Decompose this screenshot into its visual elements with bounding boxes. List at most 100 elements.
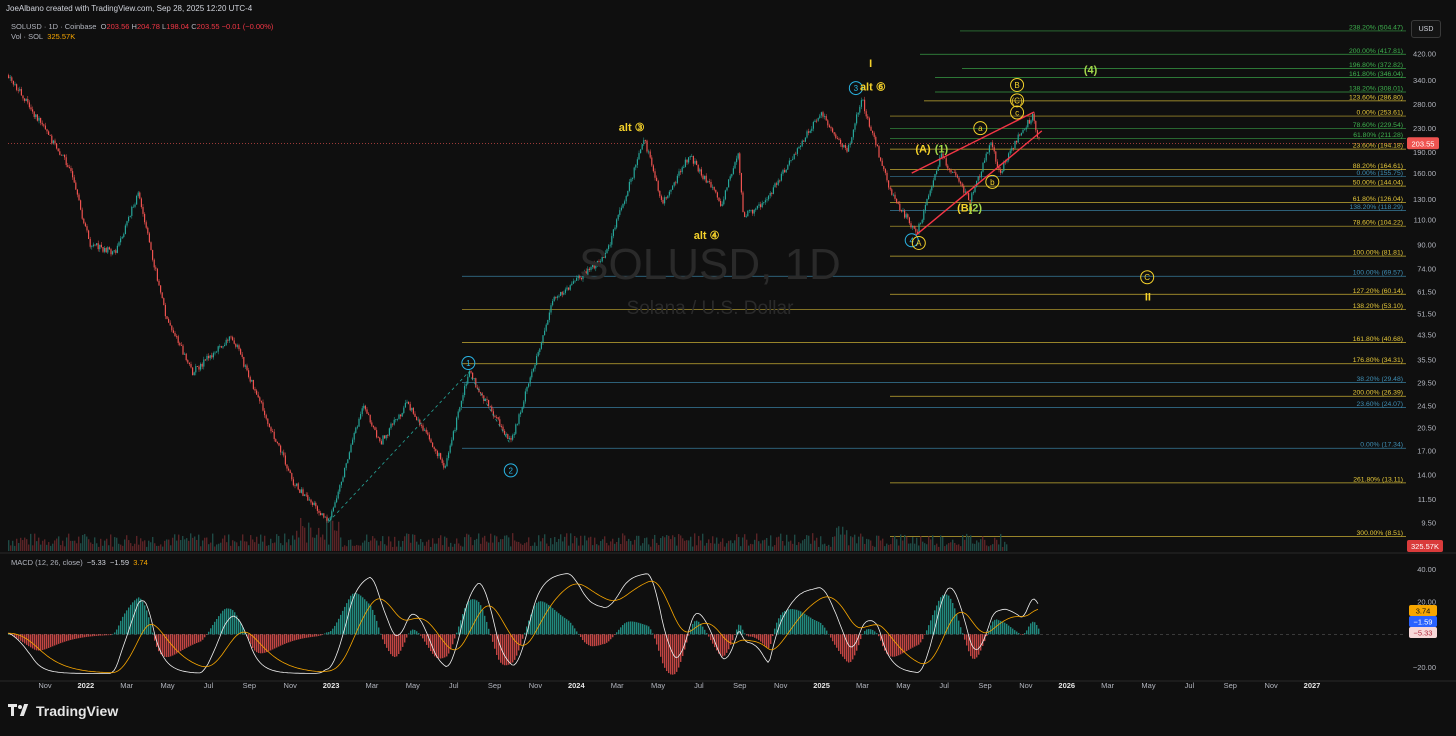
- volume-bar: [198, 534, 200, 551]
- macd-hist-bar: [356, 593, 358, 635]
- macd-badge-label: −5.33: [1414, 629, 1433, 638]
- macd-hist-bar: [328, 632, 330, 635]
- volume-bar: [748, 545, 750, 551]
- macd-hist-bar: [636, 622, 638, 635]
- candle-body: [560, 291, 562, 296]
- macd-hist-bar: [910, 634, 912, 649]
- macd-hist-bar: [438, 634, 440, 659]
- fib-level-label: 196.80% (372.82): [1349, 62, 1403, 69]
- volume-bar: [38, 537, 40, 551]
- volume-bar: [318, 527, 320, 551]
- candle-body: [731, 173, 733, 177]
- candle-body: [627, 190, 629, 197]
- candle-body: [867, 116, 869, 119]
- macd-legend[interactable]: MACD (12, 26, close) −5.33 −1.59 3.74: [11, 558, 148, 567]
- volume-bar: [276, 534, 278, 551]
- volume-bar: [674, 537, 676, 551]
- macd-hist-bar: [304, 634, 306, 639]
- candle-body: [224, 344, 226, 347]
- volume-bar: [410, 542, 412, 551]
- y-tick-label: 17.00: [1417, 447, 1436, 456]
- volume-bar: [216, 544, 218, 551]
- candle-body: [100, 244, 102, 248]
- candle-body: [1030, 120, 1032, 124]
- candle-body: [920, 222, 922, 224]
- volume-bar: [14, 545, 16, 551]
- candle-body: [267, 418, 269, 424]
- candle-body: [80, 200, 82, 210]
- candle-body: [315, 502, 317, 507]
- volume-bar: [172, 537, 174, 551]
- macd-hist-bar: [178, 634, 180, 653]
- tradingview-brand[interactable]: TradingView: [8, 703, 118, 719]
- volume-bar: [792, 543, 794, 551]
- volume-bar: [730, 540, 732, 551]
- candle-body: [1035, 120, 1037, 131]
- volume-bar: [564, 536, 566, 551]
- candle-body: [420, 425, 422, 426]
- volume-bar: [434, 543, 436, 551]
- symbol-line[interactable]: SOLUSD · 1D · Coinbase: [11, 22, 96, 31]
- candle-body: [376, 430, 378, 438]
- y-tick-label: 51.50: [1417, 309, 1436, 318]
- symbol-legend[interactable]: SOLUSD · 1D · Coinbase O203.56 H204.78 L…: [11, 22, 273, 42]
- candle-body: [793, 153, 795, 160]
- volume-bar: [986, 545, 988, 551]
- volume-bar: [706, 542, 708, 551]
- macd-hist-bar: [78, 634, 80, 639]
- volume-bar: [720, 541, 722, 551]
- volume-bar: [64, 546, 66, 551]
- chart-stage[interactable]: 500.00420.00340.00280.00230.00190.00160.…: [0, 0, 1456, 731]
- macd-hist-bar: [174, 634, 176, 655]
- volume-bar: [810, 543, 812, 551]
- volume-bar: [94, 537, 96, 551]
- macd-hist-bar: [318, 634, 320, 636]
- macd-hist-bar: [390, 634, 392, 655]
- candle-body: [932, 180, 934, 187]
- candle-body: [8, 75, 10, 79]
- macd-hist-bar: [416, 631, 418, 635]
- currency-button[interactable]: USD: [1411, 20, 1441, 38]
- volume-bar: [824, 543, 826, 551]
- volume-bar: [830, 546, 832, 551]
- macd-label[interactable]: MACD (12, 26, close): [11, 558, 83, 567]
- macd-hist-bar: [682, 634, 684, 657]
- candle-body: [326, 516, 328, 521]
- candle-body: [172, 330, 174, 333]
- volume-bar: [956, 544, 958, 551]
- volume-bar: [414, 534, 416, 551]
- volume-bar: [960, 546, 962, 551]
- candle-body: [161, 292, 163, 299]
- volume-bar: [464, 537, 466, 551]
- volume-bar: [796, 545, 798, 551]
- volume-bar: [36, 541, 38, 551]
- wave-label: (1): [935, 144, 949, 156]
- candle-body: [113, 250, 115, 252]
- volume-bar: [422, 542, 424, 551]
- macd-hist-bar: [120, 620, 122, 635]
- macd-hist-bar: [826, 630, 828, 635]
- macd-hist-bar: [774, 628, 776, 635]
- candle-body: [316, 506, 318, 511]
- volume-bar: [622, 533, 624, 551]
- volume-bar: [670, 539, 672, 551]
- candle-body: [196, 366, 198, 367]
- candle-body: [264, 410, 266, 416]
- candle-body: [396, 418, 398, 420]
- candle-body: [788, 160, 790, 165]
- fib-level-label: 138.20% (118.29): [1349, 204, 1403, 211]
- volume-bar: [22, 540, 24, 551]
- macd-hist-bar: [52, 634, 54, 647]
- volume-bar: [780, 533, 782, 551]
- macd-hist-bar: [418, 633, 420, 635]
- macd-hist-bar: [600, 634, 602, 645]
- candle-body: [931, 186, 933, 191]
- last-volume-label: 325.57K: [1411, 542, 1439, 551]
- macd-hist-bar: [704, 629, 706, 635]
- fib-level-label: 0.00% (253.61): [1357, 110, 1403, 117]
- candle-body: [185, 353, 187, 361]
- price-chart[interactable]: 500.00420.00340.00280.00230.00190.00160.…: [0, 0, 1456, 731]
- candle-body: [964, 191, 966, 193]
- candle-body: [971, 193, 973, 202]
- volume-bar: [364, 540, 366, 551]
